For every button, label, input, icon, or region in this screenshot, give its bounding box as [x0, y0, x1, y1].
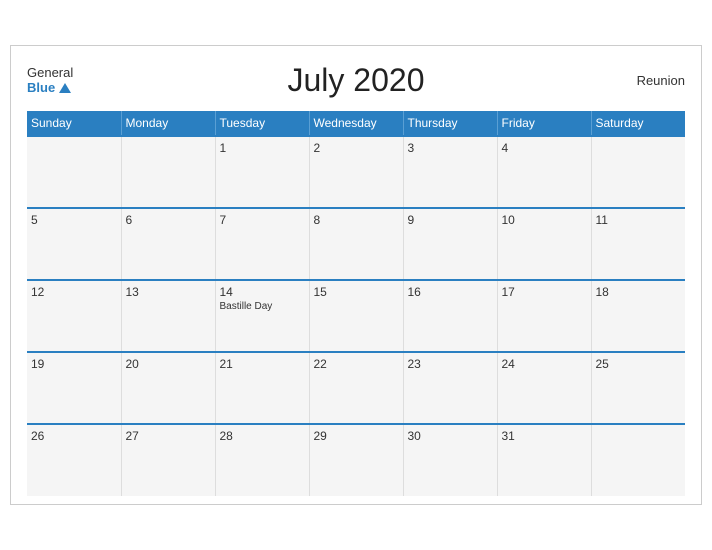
- day-cell-w0-d4: 3: [403, 136, 497, 208]
- day-cell-w2-d6: 18: [591, 280, 685, 352]
- day-cell-w3-d2: 21: [215, 352, 309, 424]
- day-number-10: 10: [502, 213, 587, 227]
- day-number-12: 12: [31, 285, 117, 299]
- calendar: General Blue July 2020 Reunion Sunday Mo…: [10, 45, 702, 505]
- logo-triangle-icon: [59, 83, 71, 93]
- logo-general-text: General: [27, 66, 73, 80]
- weekday-header-row: Sunday Monday Tuesday Wednesday Thursday…: [27, 111, 685, 136]
- day-cell-w1-d4: 9: [403, 208, 497, 280]
- day-number-18: 18: [596, 285, 682, 299]
- day-number-2: 2: [314, 141, 399, 155]
- day-number-30: 30: [408, 429, 493, 443]
- day-number-9: 9: [408, 213, 493, 227]
- day-cell-w4-d2: 28: [215, 424, 309, 496]
- day-number-1: 1: [220, 141, 305, 155]
- day-cell-w2-d2: 14 Bastille Day: [215, 280, 309, 352]
- day-cell-w2-d3: 15: [309, 280, 403, 352]
- day-cell-w0-d3: 2: [309, 136, 403, 208]
- day-cell-w0-d1: [121, 136, 215, 208]
- day-number-19: 19: [31, 357, 117, 371]
- day-number-13: 13: [126, 285, 211, 299]
- day-cell-w2-d1: 13: [121, 280, 215, 352]
- weekday-monday: Monday: [121, 111, 215, 136]
- day-cell-w1-d2: 7: [215, 208, 309, 280]
- day-cell-w3-d1: 20: [121, 352, 215, 424]
- day-cell-w1-d6: 11: [591, 208, 685, 280]
- week-row-3: 19 20 21 22 23 24 25: [27, 352, 685, 424]
- weekday-saturday: Saturday: [591, 111, 685, 136]
- day-number-21: 21: [220, 357, 305, 371]
- day-cell-w2-d5: 17: [497, 280, 591, 352]
- day-number-6: 6: [126, 213, 211, 227]
- logo-blue-text: Blue: [27, 81, 71, 95]
- day-cell-w1-d3: 8: [309, 208, 403, 280]
- day-cell-w4-d6: [591, 424, 685, 496]
- day-number-15: 15: [314, 285, 399, 299]
- day-cell-w3-d3: 22: [309, 352, 403, 424]
- day-cell-w1-d1: 6: [121, 208, 215, 280]
- week-row-4: 26 27 28 29 30 31: [27, 424, 685, 496]
- calendar-header: General Blue July 2020 Reunion: [27, 62, 685, 99]
- day-cell-w4-d0: 26: [27, 424, 121, 496]
- event-label-14: Bastille Day: [220, 301, 305, 312]
- week-row-2: 12 13 14 Bastille Day 15 16 17 18: [27, 280, 685, 352]
- weekday-thursday: Thursday: [403, 111, 497, 136]
- logo: General Blue: [27, 66, 73, 95]
- day-number-25: 25: [596, 357, 682, 371]
- day-number-3: 3: [408, 141, 493, 155]
- day-number-7: 7: [220, 213, 305, 227]
- day-cell-w2-d4: 16: [403, 280, 497, 352]
- day-cell-w0-d0: [27, 136, 121, 208]
- calendar-title: July 2020: [288, 62, 425, 99]
- day-number-5: 5: [31, 213, 117, 227]
- region-label: Reunion: [637, 73, 685, 88]
- day-cell-w3-d5: 24: [497, 352, 591, 424]
- week-row-1: 56789 10 11: [27, 208, 685, 280]
- weekday-tuesday: Tuesday: [215, 111, 309, 136]
- day-number-29: 29: [314, 429, 399, 443]
- day-number-20: 20: [126, 357, 211, 371]
- day-number-4: 4: [502, 141, 587, 155]
- day-number-22: 22: [314, 357, 399, 371]
- day-number-16: 16: [408, 285, 493, 299]
- calendar-table: Sunday Monday Tuesday Wednesday Thursday…: [27, 111, 685, 496]
- day-number-27: 27: [126, 429, 211, 443]
- day-cell-w3-d4: 23: [403, 352, 497, 424]
- day-cell-w1-d5: 10: [497, 208, 591, 280]
- weekday-sunday: Sunday: [27, 111, 121, 136]
- day-number-17: 17: [502, 285, 587, 299]
- day-cell-w2-d0: 12: [27, 280, 121, 352]
- day-cell-w4-d5: 31: [497, 424, 591, 496]
- day-cell-w0-d2: 1: [215, 136, 309, 208]
- day-cell-w4-d1: 27: [121, 424, 215, 496]
- day-cell-w1-d0: 5: [27, 208, 121, 280]
- day-number-14: 14: [220, 285, 305, 299]
- day-cell-w4-d4: 30: [403, 424, 497, 496]
- day-cell-w0-d5: 4: [497, 136, 591, 208]
- day-cell-w3-d0: 19: [27, 352, 121, 424]
- day-number-23: 23: [408, 357, 493, 371]
- day-number-31: 31: [502, 429, 587, 443]
- day-cell-w0-d6: [591, 136, 685, 208]
- week-row-0: 1234: [27, 136, 685, 208]
- weekday-wednesday: Wednesday: [309, 111, 403, 136]
- day-number-8: 8: [314, 213, 399, 227]
- day-cell-w3-d6: 25: [591, 352, 685, 424]
- day-number-28: 28: [220, 429, 305, 443]
- day-number-24: 24: [502, 357, 587, 371]
- day-number-26: 26: [31, 429, 117, 443]
- day-number-11: 11: [596, 213, 682, 227]
- weekday-friday: Friday: [497, 111, 591, 136]
- day-cell-w4-d3: 29: [309, 424, 403, 496]
